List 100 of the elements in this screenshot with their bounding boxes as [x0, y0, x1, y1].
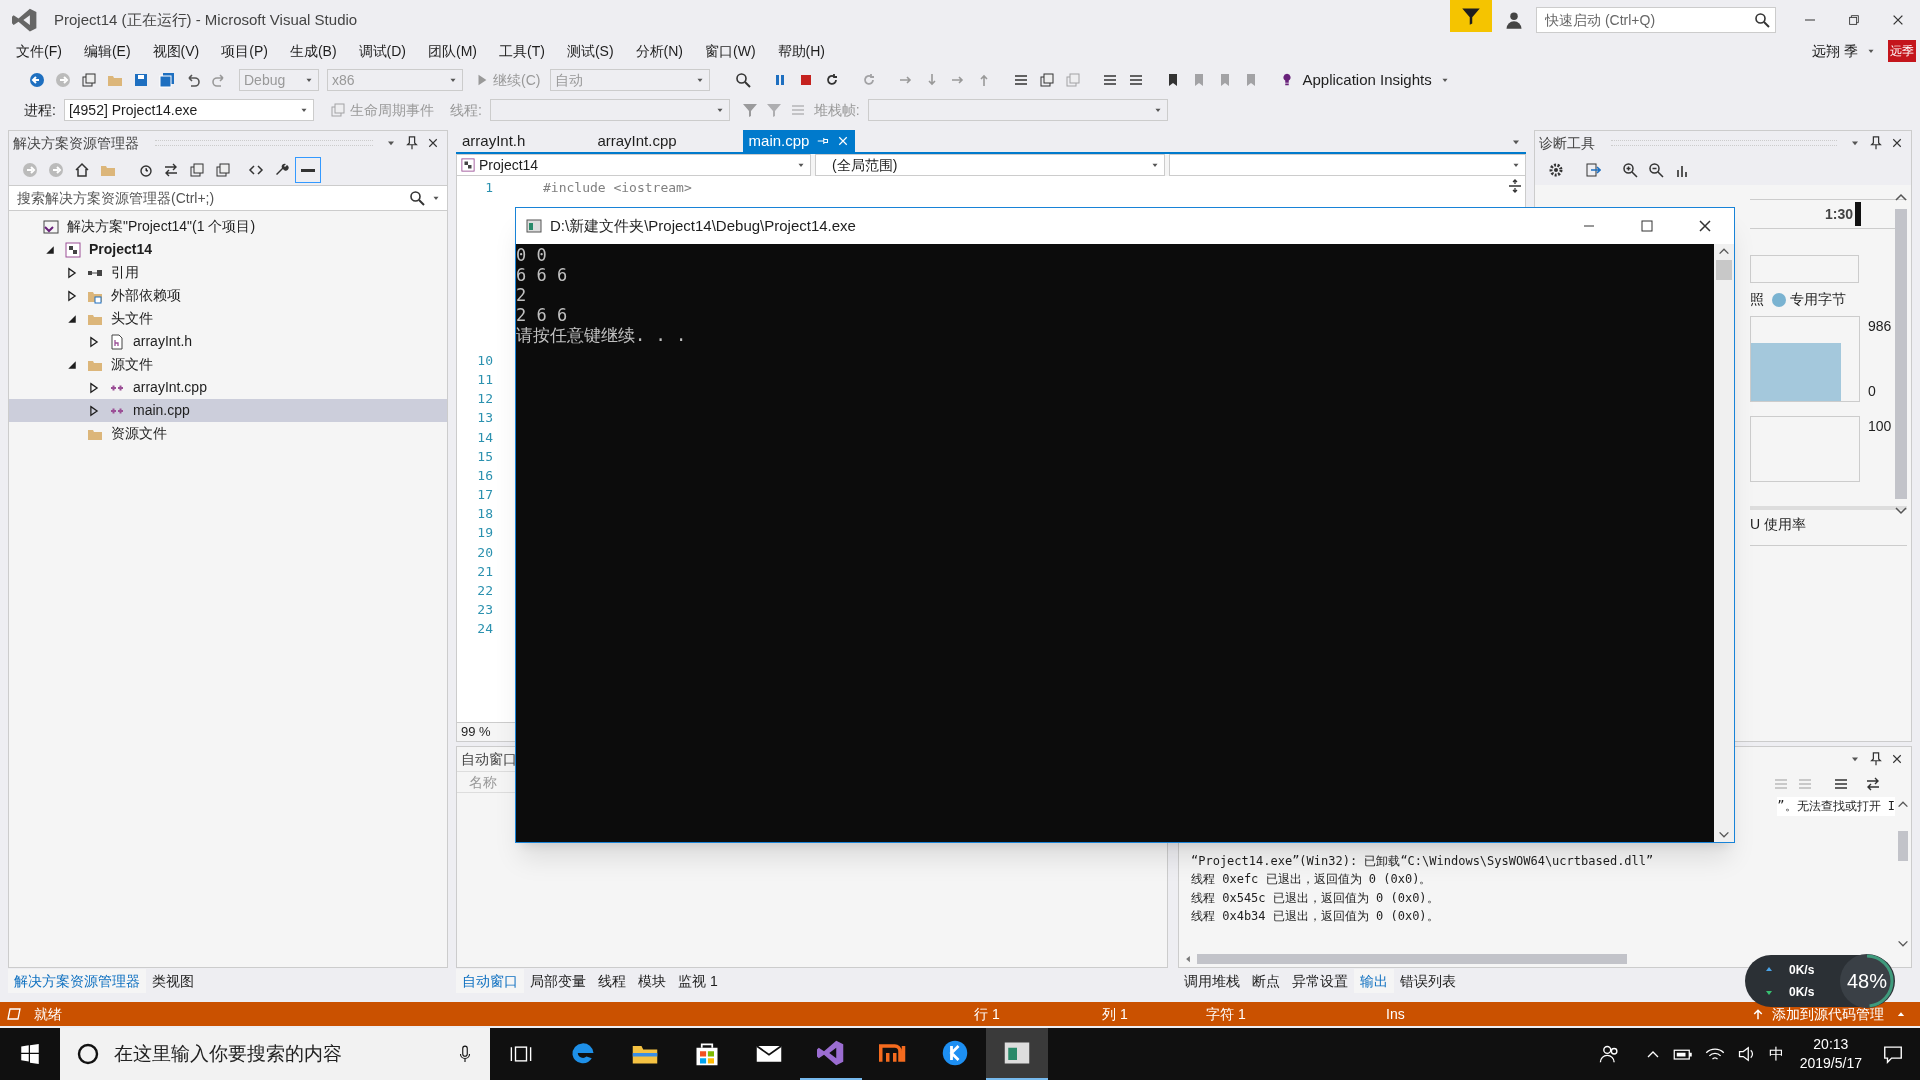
pin-icon[interactable]	[1869, 752, 1883, 766]
panel-tab[interactable]: 模块	[632, 969, 672, 993]
feedback-button[interactable]	[1450, 0, 1492, 32]
windows-logo-icon	[20, 1044, 40, 1064]
output-line: “Project14.exe”(Win32): 已卸载“C:\Windows\SysWOW64\ucrtbased.dll”	[1191, 852, 1655, 870]
properties-icon[interactable]	[274, 162, 290, 178]
project-icon	[65, 241, 81, 258]
close-icon[interactable]	[427, 137, 439, 149]
export-icon[interactable]	[1585, 162, 1601, 178]
scope-dropdown[interactable]: (全局范围)	[815, 154, 1165, 176]
taskbar-app-button[interactable]	[986, 1028, 1048, 1080]
menu-item[interactable]: 视图(V)	[144, 40, 208, 62]
pending-changes-icon[interactable]	[137, 162, 153, 178]
panel-tab[interactable]: 输出	[1354, 969, 1394, 993]
legend-label: 专用字节	[1790, 290, 1846, 309]
panel-tab[interactable]: 局部变量	[524, 969, 592, 993]
panel-tab[interactable]: 自动窗口	[456, 969, 524, 993]
process-label: 进程:	[24, 100, 56, 120]
usage-gauge	[1839, 953, 1895, 1009]
menu-item[interactable]: 项目(P)	[213, 40, 276, 62]
process-dropdown[interactable]: [4952] Project14.exe	[63, 99, 314, 121]
menu-item[interactable]: 生成(B)	[281, 40, 345, 62]
source-control-button[interactable]: 添加到源代码管理	[1752, 1003, 1884, 1025]
zoom-in-icon[interactable]	[1622, 162, 1638, 178]
editor-tab[interactable]: arrayInt.cpp	[591, 130, 683, 152]
panel-tab[interactable]: 解决方案资源管理器	[8, 969, 146, 993]
search-icon	[1754, 12, 1770, 28]
menu-item[interactable]: 帮助(H)	[769, 40, 833, 62]
pin-icon[interactable]	[405, 136, 419, 150]
panel-tab[interactable]: 线程	[592, 969, 632, 993]
back-icon[interactable]	[29, 72, 45, 88]
user-avatar[interactable]: 远季	[1888, 40, 1916, 62]
tree-item[interactable]: 头文件	[9, 307, 447, 330]
menu-item[interactable]: 工具(T)	[491, 40, 553, 62]
panel-tab[interactable]: 断点	[1246, 969, 1286, 993]
stack-frame-label: 堆栈帧:	[813, 100, 860, 120]
panel-title: 自动窗口	[461, 749, 517, 769]
word-wrap-icon[interactable]	[1865, 776, 1881, 792]
scrollbar-thumb[interactable]	[1716, 260, 1732, 280]
scrollbar-thumb[interactable]	[1898, 831, 1908, 861]
undo-icon[interactable]	[185, 72, 201, 88]
tree-item[interactable]: main.cpp	[9, 399, 447, 422]
application-insights-button[interactable]: Application Insights	[1280, 68, 1432, 92]
search-field[interactable]: 搜索解决方案资源管理器(Ctrl+;)	[9, 185, 447, 211]
tree-item[interactable]: Project14	[9, 238, 447, 261]
tree-item[interactable]: arrayInt.cpp	[9, 376, 447, 399]
home-icon[interactable]	[74, 162, 90, 178]
status-text: 字符 1	[1206, 1004, 1247, 1024]
menu-item[interactable]: 团队(M)	[420, 40, 485, 62]
editor-tab[interactable]: arrayInt.h	[456, 130, 532, 152]
axis-label: 986	[1868, 317, 1892, 336]
status-text: Ins	[1386, 1004, 1406, 1024]
panel-tab[interactable]: 调用堆栈	[1178, 969, 1246, 993]
preview-button[interactable]	[295, 157, 321, 183]
tree-item[interactable]: 外部依赖项	[9, 284, 447, 307]
panel-title: 解决方案资源管理器	[13, 133, 139, 153]
tree-item[interactable]: 源文件	[9, 353, 447, 376]
notification-icon[interactable]	[1882, 1043, 1904, 1065]
save-icon[interactable]	[133, 72, 149, 88]
menu-item[interactable]: 编辑(E)	[75, 40, 139, 62]
menu-item[interactable]: 调试(D)	[350, 40, 414, 62]
scrollbar-thumb[interactable]	[1895, 209, 1907, 499]
person-icon[interactable]	[1504, 10, 1524, 30]
console-line: 0 0	[516, 245, 548, 265]
user-name[interactable]: 远翔 季	[1812, 40, 1858, 62]
save-all-icon[interactable]	[159, 72, 175, 88]
menu-item[interactable]: 测试(S)	[558, 40, 622, 62]
sync-icon[interactable]	[163, 162, 179, 178]
search-icon	[409, 190, 425, 206]
panel-tab[interactable]: 类视图	[146, 969, 200, 993]
clock[interactable]: 20:13 2019/5/17	[1799, 1035, 1862, 1073]
download-speed: 0K/s	[1789, 984, 1815, 1001]
quick-launch-field[interactable]: 快速启动 (Ctrl+Q)	[1536, 7, 1776, 33]
line-number: 24	[477, 620, 493, 639]
settings-icon[interactable]	[1548, 162, 1564, 178]
input-method-indicator[interactable]: 中	[1768, 1042, 1784, 1066]
pin-icon[interactable]	[1869, 136, 1883, 150]
tree-item[interactable]: 资源文件	[9, 422, 447, 445]
tree-item[interactable]: 解决方案"Project14"(1 个项目)	[9, 215, 447, 238]
k-logo-icon	[941, 1039, 969, 1067]
zoom-level[interactable]: 99 %	[457, 722, 495, 742]
panel-tab[interactable]: 监视 1	[672, 969, 724, 993]
panel-tab[interactable]: 错误列表	[1394, 969, 1462, 993]
find-icon[interactable]	[735, 72, 752, 88]
zoom-out-icon[interactable]	[1648, 162, 1664, 178]
people-icon[interactable]	[1598, 1043, 1621, 1065]
project-dropdown[interactable]: Project14	[456, 154, 811, 176]
panel-tab[interactable]: 异常设置	[1286, 969, 1354, 993]
task-view-icon[interactable]	[510, 1043, 532, 1065]
close-icon[interactable]	[1891, 137, 1903, 149]
close-icon[interactable]	[1891, 753, 1903, 765]
menu-item[interactable]: 分析(N)	[627, 40, 691, 62]
search-field[interactable]: 在这里输入你要搜索的内容	[60, 1028, 490, 1080]
menu-item[interactable]: 窗口(W)	[697, 40, 764, 62]
header-file-icon	[109, 333, 125, 350]
scrollbar-thumb[interactable]	[1197, 954, 1627, 964]
split-icon[interactable]	[1507, 178, 1523, 194]
tree-item[interactable]: arrayInt.h	[9, 330, 447, 353]
tree-item[interactable]: 引用	[9, 261, 447, 284]
menu-item[interactable]: 文件(F)	[8, 40, 70, 62]
